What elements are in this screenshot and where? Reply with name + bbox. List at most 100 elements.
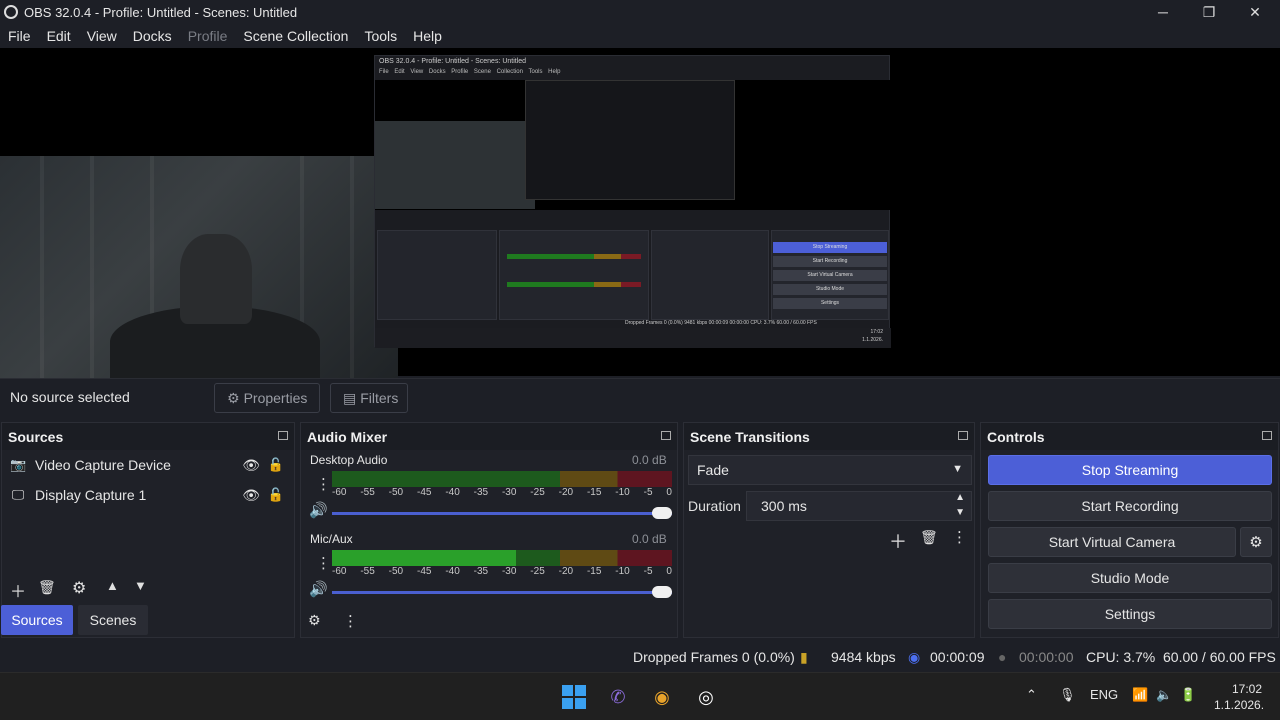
no-source-label: No source selected: [10, 389, 130, 405]
tick-label: -20: [558, 566, 574, 577]
microphone-icon[interactable]: 🎙: [1059, 687, 1076, 703]
fps: 60.00 / 60.00 FPS: [1163, 649, 1276, 665]
viber-icon[interactable]: ✆: [604, 683, 632, 711]
clock-time[interactable]: 17:02: [1232, 682, 1262, 696]
obs-logo-icon: [4, 5, 18, 19]
virtual-camera-settings-icon[interactable]: ⚙: [1240, 527, 1272, 557]
speaker-icon[interactable]: 🔊: [309, 580, 328, 598]
chrome-icon[interactable]: ◉: [648, 683, 676, 711]
menu-profile[interactable]: Profile: [180, 28, 236, 44]
obs-taskbar-icon[interactable]: ◎: [692, 683, 720, 711]
battery-icon[interactable]: 🔋: [1180, 687, 1196, 703]
slider-knob[interactable]: [652, 507, 672, 519]
duration-label: Duration: [688, 498, 741, 514]
menu-view[interactable]: View: [79, 28, 125, 44]
source-label: Video Capture Device: [35, 457, 171, 473]
lock-icon[interactable]: 🔓: [268, 457, 284, 473]
minimize-button[interactable]: ─: [1140, 0, 1186, 24]
cpu-usage: CPU: 3.7%: [1086, 649, 1156, 665]
start-recording-button[interactable]: Start Recording: [988, 491, 1272, 521]
menu-file[interactable]: File: [0, 28, 39, 44]
undock-icon[interactable]: [661, 431, 671, 440]
windows-start-icon[interactable]: [560, 683, 588, 711]
mixer-menu-icon[interactable]: ⋮: [343, 612, 358, 630]
volume-icon[interactable]: 🔈: [1156, 687, 1172, 703]
bitrate: 9484 kbps: [831, 649, 896, 665]
volume-slider-desktop[interactable]: [332, 507, 672, 519]
remove-transition-button[interactable]: 🗑: [920, 529, 938, 546]
source-item-display-capture[interactable]: 🖵 Display Capture 1 👁 🔓: [10, 482, 290, 508]
speaker-icon[interactable]: 🔊: [309, 501, 328, 519]
nested-status: Dropped Frames 0 (0.0%) 9481 kbps 00:00:…: [625, 320, 817, 326]
channel-menu-icon[interactable]: ⋮: [316, 554, 331, 572]
nested-date: 1.1.2026.: [862, 337, 883, 343]
menu-scene-collection[interactable]: Scene Collection: [235, 28, 356, 44]
source-properties-button[interactable]: ⚙: [72, 578, 86, 598]
menu-docks[interactable]: Docks: [125, 28, 180, 44]
menu-bar: File Edit View Docks Profile Scene Colle…: [0, 24, 1280, 48]
stop-streaming-button[interactable]: Stop Streaming: [988, 455, 1272, 485]
preview-canvas[interactable]: OBS 32.0.4 - Profile: Untitled - Scenes:…: [0, 48, 1280, 378]
undock-icon[interactable]: [1262, 431, 1272, 440]
lock-icon[interactable]: 🔓: [268, 487, 284, 503]
tick-label: -10: [615, 487, 630, 498]
record-time: 00:00:00: [1019, 649, 1074, 665]
move-up-button[interactable]: ▲: [106, 578, 119, 593]
wifi-icon[interactable]: 📶: [1132, 687, 1148, 703]
duration-spinbox[interactable]: 300 ms ▲ ▼: [746, 491, 972, 521]
properties-button[interactable]: ⚙ Properties: [214, 383, 320, 413]
title-bar: OBS 32.0.4 - Profile: Untitled - Scenes:…: [0, 0, 1280, 24]
mixer-settings-icon[interactable]: ⚙: [308, 612, 321, 629]
chevron-down-icon[interactable]: ▼: [955, 507, 965, 518]
tick-label: -60: [332, 566, 347, 577]
transition-menu-icon[interactable]: ⋮: [952, 528, 967, 546]
channel-menu-icon[interactable]: ⋮: [316, 475, 331, 493]
remove-source-button[interactable]: 🗑: [38, 579, 56, 596]
settings-button[interactable]: Settings: [988, 599, 1272, 629]
move-down-button[interactable]: ▼: [134, 578, 147, 593]
signal-icon: ▮: [800, 649, 808, 665]
filters-icon: ▤: [343, 389, 357, 406]
tab-scenes[interactable]: Scenes: [78, 605, 148, 635]
menu-tools[interactable]: Tools: [356, 28, 405, 44]
filters-button[interactable]: ▤ Filters: [330, 383, 408, 413]
tab-sources[interactable]: Sources: [1, 605, 73, 635]
restore-button[interactable]: ❐: [1186, 0, 1232, 24]
add-transition-button[interactable]: ＋: [889, 528, 907, 554]
chevron-up-icon[interactable]: ▲: [955, 492, 965, 503]
menu-edit[interactable]: Edit: [39, 28, 79, 44]
close-button[interactable]: ✕: [1232, 0, 1278, 24]
camera-icon: 📷: [10, 457, 27, 472]
eye-icon[interactable]: 👁: [242, 457, 260, 474]
tick-label: -10: [615, 566, 630, 577]
undock-icon[interactable]: [278, 431, 288, 440]
tick-label: -35: [473, 487, 489, 498]
tick-label: -30: [501, 566, 517, 577]
tick-label: -25: [530, 487, 545, 498]
studio-mode-button[interactable]: Studio Mode: [988, 563, 1272, 593]
tick-label: -5: [643, 487, 653, 498]
language-indicator[interactable]: ENG: [1090, 687, 1118, 702]
properties-label: Properties: [243, 390, 308, 406]
volume-slider-mic[interactable]: [332, 586, 672, 598]
transition-selected: Fade: [697, 462, 729, 478]
start-virtual-camera-button[interactable]: Start Virtual Camera: [988, 527, 1236, 557]
eye-icon[interactable]: 👁: [242, 487, 260, 504]
nested-title: OBS 32.0.4 - Profile: Untitled - Scenes:…: [379, 58, 527, 65]
nested-settings: Settings: [773, 298, 887, 309]
clock-date[interactable]: 1.1.2026.: [1214, 698, 1264, 712]
chevron-up-icon[interactable]: ⌃: [1026, 687, 1037, 703]
meter-mic: [332, 550, 672, 566]
add-source-button[interactable]: ＋: [10, 578, 26, 602]
slider-knob[interactable]: [652, 586, 672, 598]
channel-name-mic: Mic/Aux: [310, 532, 353, 546]
tick-label: 0: [666, 566, 672, 577]
transition-select[interactable]: Fade ▼: [688, 455, 972, 485]
source-item-video-capture[interactable]: 📷 Video Capture Device 👁 🔓: [10, 452, 290, 478]
duration-value: 300 ms: [761, 498, 807, 514]
sources-title: Sources: [8, 429, 64, 445]
tick-label: -15: [586, 566, 602, 577]
undock-icon[interactable]: [958, 431, 968, 440]
tick-label: -30: [501, 487, 517, 498]
menu-help[interactable]: Help: [405, 28, 450, 44]
